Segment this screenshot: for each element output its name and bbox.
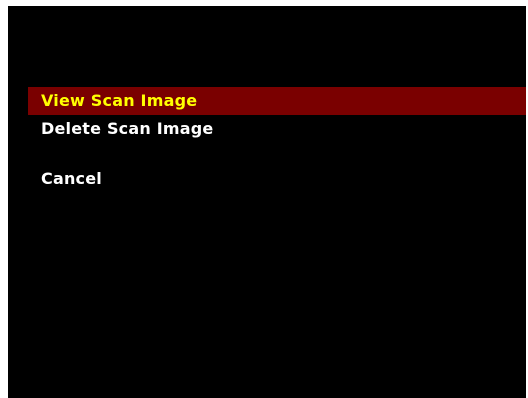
scan-options-menu: View Scan Image Delete Scan Image Cancel bbox=[28, 87, 526, 193]
cancel-item[interactable]: Cancel bbox=[28, 165, 526, 193]
delete-scan-image-item[interactable]: Delete Scan Image bbox=[28, 115, 526, 143]
view-scan-image-item[interactable]: View Scan Image bbox=[28, 87, 526, 115]
menu-screen: View Scan Image Delete Scan Image Cancel bbox=[8, 6, 526, 398]
menu-spacer bbox=[28, 143, 526, 165]
